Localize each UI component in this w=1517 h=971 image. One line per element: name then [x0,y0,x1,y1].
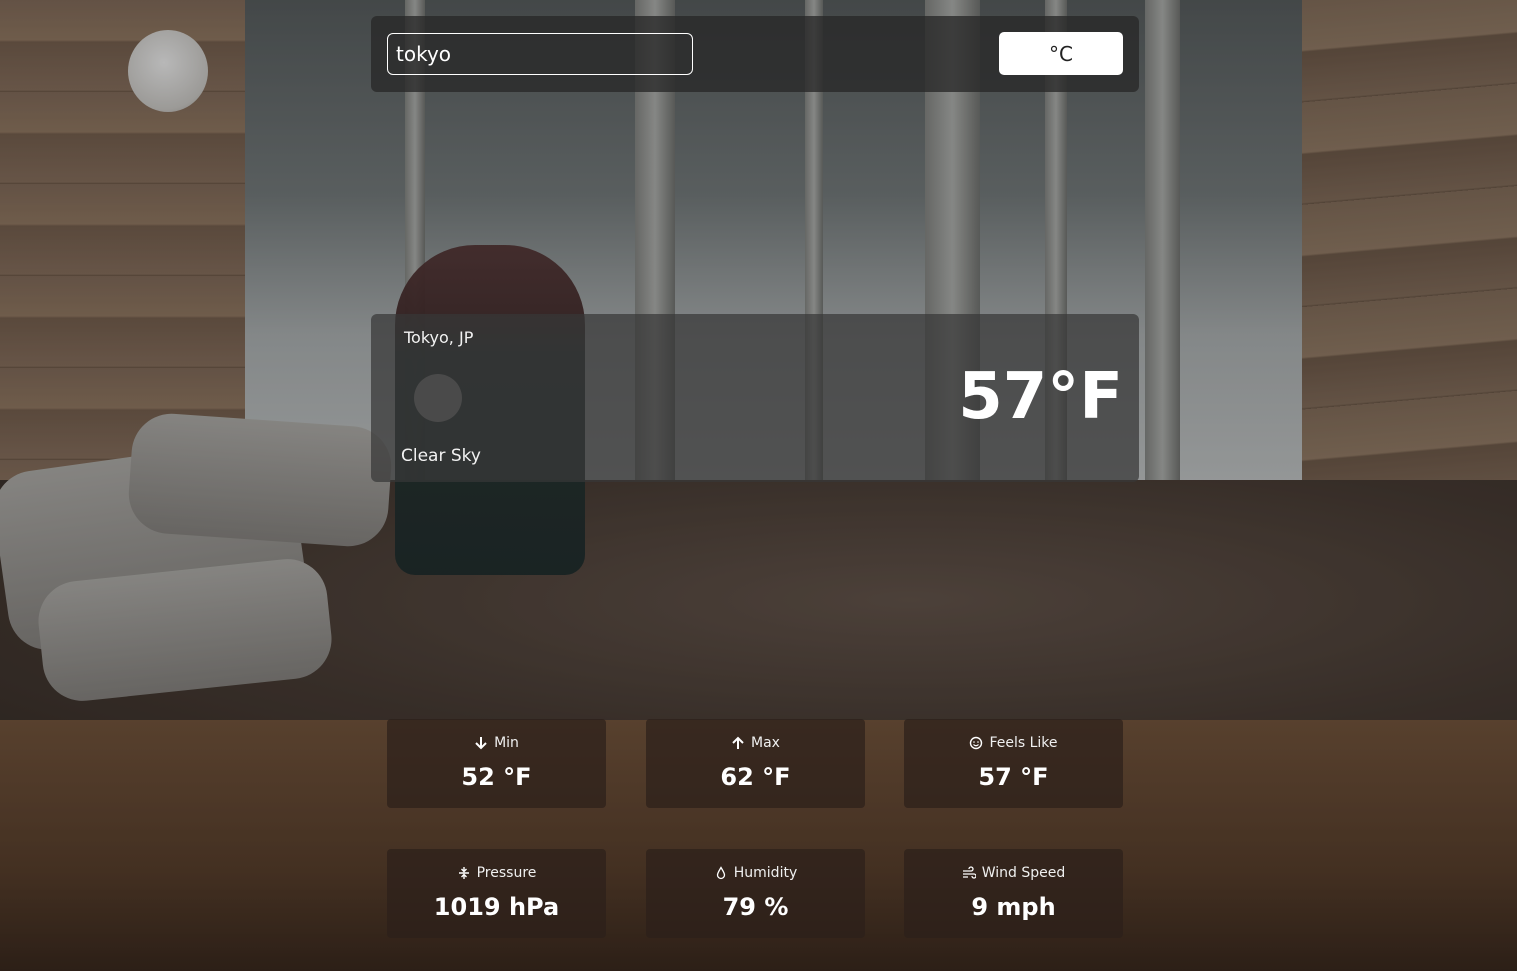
stat-label: Wind Speed [981,865,1066,881]
stat-card-max: Max 62 °F [646,719,865,808]
stat-value: 62 °F [720,763,791,791]
stat-value: 57 °F [978,763,1049,791]
location-label: Tokyo, JP [404,328,474,347]
stat-value: 1019 hPa [433,893,560,921]
arrow-up-icon [732,736,744,749]
search-bar: °C [371,16,1139,92]
smiley-icon [970,736,983,750]
wind-icon [962,866,976,879]
stat-label: Feels Like [989,735,1058,751]
stat-card-min: Min 52 °F [387,719,606,808]
background-photo [0,0,1517,971]
droplet-icon [716,866,725,880]
current-temperature: 57°F [958,360,1123,434]
stat-card-feels-like: Feels Like 57 °F [904,719,1123,808]
stat-label: Min [494,735,519,751]
stat-label: Max [751,735,780,751]
stat-value: 9 mph [971,893,1056,921]
stat-label: Humidity [733,865,798,881]
stat-card-pressure: Pressure 1019 hPa [387,849,606,938]
arrow-down-icon [475,737,487,750]
stat-label: Pressure [476,865,537,881]
stat-card-humidity: Humidity 79 % [646,849,865,938]
stat-card-wind-speed: Wind Speed 9 mph [904,849,1123,938]
city-search-input[interactable] [387,33,693,75]
unit-toggle-button[interactable]: °C [999,32,1123,75]
compress-icon [458,867,469,879]
condition-label: Clear Sky [401,446,481,466]
current-weather-panel: Tokyo, JP Clear Sky 57°F [371,314,1139,482]
stat-value: 52 °F [461,763,532,791]
stat-value: 79 % [722,893,789,921]
weather-icon [414,374,462,422]
